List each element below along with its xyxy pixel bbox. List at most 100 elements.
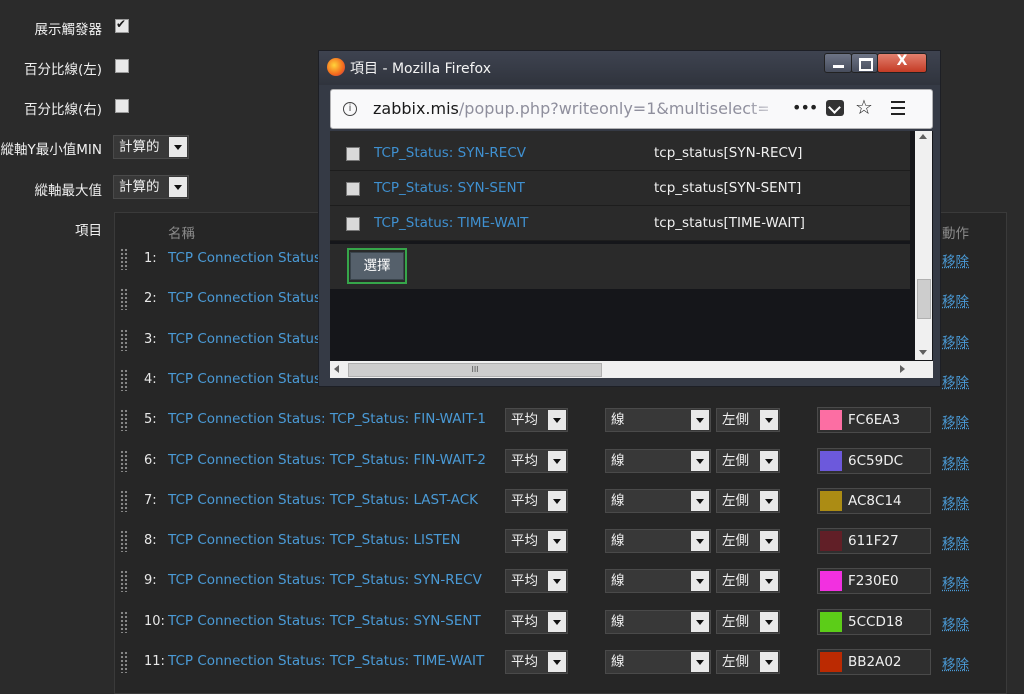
- color-picker[interactable]: 6C59DC: [817, 447, 931, 474]
- y-axis-side-select[interactable]: 左側: [716, 569, 780, 594]
- function-select[interactable]: 平均: [505, 529, 568, 554]
- drag-handle-icon[interactable]: [120, 570, 129, 593]
- color-picker[interactable]: BB2A02: [817, 649, 931, 675]
- info-icon[interactable]: i: [343, 102, 357, 116]
- percentile-left-checkbox[interactable]: [115, 59, 129, 73]
- ymax-select[interactable]: 計算的: [113, 175, 189, 199]
- item-select-checkbox[interactable]: [346, 217, 360, 231]
- remove-link[interactable]: 移除: [942, 290, 969, 310]
- close-button[interactable]: X: [877, 53, 927, 73]
- item-name-link[interactable]: TCP Connection Status:: [168, 250, 326, 266]
- function-select[interactable]: 平均: [505, 569, 568, 594]
- draw-style-select[interactable]: 線: [605, 650, 711, 674]
- function-select[interactable]: 平均: [505, 609, 568, 634]
- popup-item-name-link[interactable]: TCP_Status: SYN-SENT: [374, 180, 525, 196]
- page-actions-icon[interactable]: •••: [792, 98, 818, 117]
- maximize-button[interactable]: [851, 53, 878, 73]
- percentile-right-checkbox[interactable]: [115, 99, 129, 113]
- draw-style-select[interactable]: 線: [605, 609, 711, 634]
- item-name-link[interactable]: TCP Connection Status: TCP_Status: LISTE…: [168, 532, 460, 548]
- minimize-button[interactable]: [824, 53, 852, 73]
- remove-link[interactable]: 移除: [942, 492, 969, 512]
- color-swatch[interactable]: [820, 410, 842, 431]
- item-name-link[interactable]: TCP Connection Status: TCP_Status: TIME-…: [168, 653, 484, 669]
- color-swatch[interactable]: [820, 490, 842, 511]
- drag-handle-icon[interactable]: [120, 449, 129, 472]
- bookmark-star-icon[interactable]: ☆: [855, 95, 873, 119]
- item-name-link[interactable]: TCP Connection Status: TCP_Status: SYN-S…: [168, 613, 481, 629]
- color-swatch[interactable]: [820, 450, 842, 471]
- drag-handle-icon[interactable]: [120, 530, 129, 553]
- item-name-link[interactable]: TCP Connection Status:: [168, 331, 326, 347]
- scroll-down-icon[interactable]: [919, 350, 927, 355]
- item-name-link[interactable]: TCP Connection Status: TCP_Status: LAST-…: [168, 492, 478, 508]
- color-picker[interactable]: FC6EA3: [817, 407, 931, 434]
- drag-handle-icon[interactable]: [120, 610, 129, 633]
- item-name-link[interactable]: TCP Connection Status: TCP_Status: FIN-W…: [168, 452, 486, 468]
- maximize-icon: [859, 58, 873, 71]
- function-select[interactable]: 平均: [505, 650, 568, 674]
- drag-handle-icon[interactable]: [120, 651, 129, 673]
- draw-style-select[interactable]: 線: [605, 488, 711, 513]
- color-hex: FC6EA3: [848, 412, 901, 429]
- item-name-link[interactable]: TCP Connection Status:: [168, 290, 326, 306]
- drag-handle-icon[interactable]: [120, 328, 129, 351]
- function-select[interactable]: 平均: [505, 488, 568, 513]
- select-button[interactable]: 選擇: [350, 252, 404, 280]
- y-axis-side-select[interactable]: 左側: [716, 488, 780, 513]
- popup-item-name-link[interactable]: TCP_Status: SYN-RECV: [374, 145, 526, 161]
- color-swatch[interactable]: [820, 531, 842, 552]
- y-axis-side-select[interactable]: 左側: [716, 609, 780, 634]
- color-swatch[interactable]: [820, 611, 842, 632]
- show-triggers-checkbox[interactable]: [115, 17, 129, 33]
- remove-link[interactable]: 移除: [942, 250, 969, 270]
- item-name-link[interactable]: TCP Connection Status:: [168, 371, 326, 387]
- pocket-icon[interactable]: [826, 100, 844, 116]
- draw-style-select[interactable]: 線: [605, 529, 711, 554]
- remove-link[interactable]: 移除: [942, 532, 969, 552]
- scroll-up-icon[interactable]: [919, 134, 927, 139]
- horizontal-scroll-thumb[interactable]: III: [348, 363, 602, 377]
- remove-link[interactable]: 移除: [942, 613, 969, 633]
- color-picker[interactable]: 5CCD18: [817, 608, 931, 635]
- item-select-checkbox[interactable]: [346, 147, 360, 161]
- function-select[interactable]: 平均: [505, 408, 568, 433]
- item-name-link[interactable]: TCP Connection Status: TCP_Status: FIN-W…: [168, 411, 486, 427]
- menu-icon[interactable]: [891, 98, 905, 120]
- remove-link[interactable]: 移除: [942, 411, 969, 431]
- address-bar[interactable]: i zabbix.mis/popup.php?writeonly=1&multi…: [330, 89, 933, 129]
- draw-style-select[interactable]: 線: [605, 448, 711, 473]
- vertical-scrollbar[interactable]: [915, 131, 932, 360]
- color-swatch[interactable]: [820, 571, 842, 592]
- remove-link[interactable]: 移除: [942, 572, 969, 592]
- function-select[interactable]: 平均: [505, 448, 568, 473]
- y-axis-side-select[interactable]: 左側: [716, 650, 780, 674]
- remove-link[interactable]: 移除: [942, 653, 969, 673]
- scroll-right-icon[interactable]: [900, 365, 905, 373]
- popup-item-name-link[interactable]: TCP_Status: TIME-WAIT: [374, 215, 528, 231]
- ymin-select[interactable]: 計算的: [113, 135, 189, 159]
- vertical-scroll-thumb[interactable]: [917, 279, 931, 319]
- horizontal-scrollbar[interactable]: III: [330, 361, 933, 378]
- draw-style-select[interactable]: 線: [605, 569, 711, 594]
- item-name-link[interactable]: TCP Connection Status: TCP_Status: SYN-R…: [168, 572, 482, 588]
- drag-handle-icon[interactable]: [120, 248, 129, 270]
- color-picker[interactable]: AC8C14: [817, 487, 931, 514]
- drag-handle-icon[interactable]: [120, 288, 129, 311]
- draw-style-select[interactable]: 線: [605, 408, 711, 433]
- scroll-left-icon[interactable]: [334, 365, 339, 373]
- color-picker[interactable]: 611F27: [817, 528, 931, 555]
- drag-handle-icon[interactable]: [120, 489, 129, 512]
- y-axis-side-select[interactable]: 左側: [716, 529, 780, 554]
- remove-link[interactable]: 移除: [942, 452, 969, 472]
- color-swatch[interactable]: [820, 652, 842, 672]
- item-select-checkbox[interactable]: [346, 182, 360, 196]
- remove-link[interactable]: 移除: [942, 331, 969, 351]
- y-axis-side-select[interactable]: 左側: [716, 448, 780, 473]
- y-axis-side-select[interactable]: 左側: [716, 408, 780, 433]
- drag-handle-icon[interactable]: [120, 368, 129, 391]
- drag-handle-icon[interactable]: [120, 409, 129, 432]
- remove-link[interactable]: 移除: [942, 371, 969, 391]
- color-hex: BB2A02: [848, 654, 902, 670]
- color-picker[interactable]: F230E0: [817, 568, 931, 595]
